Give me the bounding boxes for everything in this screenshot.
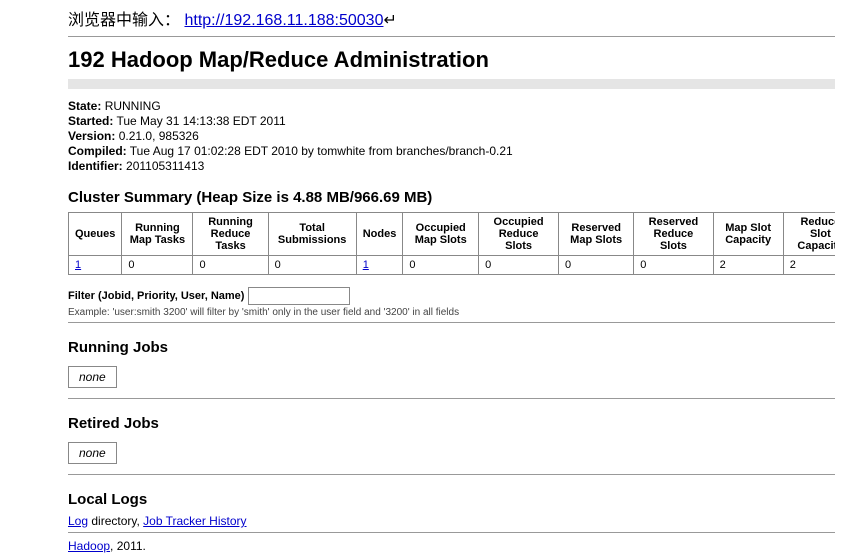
- divider-top: [68, 36, 835, 37]
- version-row: Version: 0.21.0, 985326: [68, 129, 835, 143]
- divider-retired: [68, 474, 835, 475]
- cell-rmap: 0: [122, 256, 193, 275]
- col-nodes: Nodes: [356, 213, 403, 256]
- identifier-key: Identifier:: [68, 159, 123, 173]
- cluster-summary-heading: Cluster Summary (Heap Size is 4.88 MB/96…: [68, 189, 835, 206]
- cell-rred: 0: [193, 256, 268, 275]
- col-occ-reduce: Occupied Reduce Slots: [479, 213, 559, 256]
- state-row: State: RUNNING: [68, 99, 835, 113]
- cell-ored: 0: [479, 256, 559, 275]
- cluster-data-row: 1 0 0 0 1 0 0 0 0 2 2: [69, 256, 836, 275]
- col-occ-map: Occupied Map Slots: [403, 213, 479, 256]
- version-value: 0.21.0, 985326: [119, 129, 199, 143]
- retired-jobs-heading: Retired Jobs: [68, 415, 835, 432]
- divider-logs: [68, 532, 835, 533]
- state-key: State:: [68, 99, 101, 113]
- jobtracker-history-link[interactable]: Job Tracker History: [143, 514, 246, 528]
- log-mid: directory,: [88, 514, 143, 528]
- local-logs-heading: Local Logs: [68, 491, 835, 508]
- col-map-cap: Map Slot Capacity: [713, 213, 783, 256]
- state-value: RUNNING: [105, 99, 161, 113]
- filter-hint: Example: 'user:smith 3200' will filter b…: [68, 307, 835, 318]
- footer-text: , 2011.: [110, 539, 146, 553]
- running-jobs-none: none: [68, 366, 117, 388]
- col-queues: Queues: [69, 213, 122, 256]
- cluster-summary-table: Queues Running Map Tasks Running Reduce …: [68, 212, 835, 275]
- compiled-key: Compiled:: [68, 144, 127, 158]
- col-total-submissions: Total Submissions: [268, 213, 356, 256]
- identifier-row: Identifier: 201105311413: [68, 159, 835, 173]
- col-res-reduce: Reserved Reduce Slots: [634, 213, 713, 256]
- cluster-header-row: Queues Running Map Tasks Running Reduce …: [69, 213, 836, 256]
- quicklinks-bar: [68, 79, 835, 89]
- running-jobs-heading: Running Jobs: [68, 339, 835, 356]
- filter-input[interactable]: [248, 287, 350, 305]
- queues-link[interactable]: 1: [75, 259, 81, 271]
- intro-url-link[interactable]: http://192.168.11.188:50030: [184, 12, 383, 29]
- page-title: 192 Hadoop Map/Reduce Administration: [68, 47, 835, 73]
- col-res-map: Reserved Map Slots: [559, 213, 634, 256]
- intro-label: 浏览器中输入：: [68, 12, 180, 29]
- col-running-map: Running Map Tasks: [122, 213, 193, 256]
- cell-resmap: 0: [559, 256, 634, 275]
- compiled-value: Tue Aug 17 01:02:28 EDT 2010 by tomwhite…: [130, 144, 513, 158]
- footer: Hadoop, 2011.: [68, 539, 835, 553]
- nodes-link[interactable]: 1: [363, 259, 369, 271]
- col-reduce-cap: Reduce Slot Capacity: [783, 213, 835, 256]
- intro-suffix: ↵: [383, 12, 396, 29]
- filter-label: Filter (Jobid, Priority, User, Name): [68, 290, 244, 302]
- filter-row: Filter (Jobid, Priority, User, Name): [68, 287, 835, 305]
- version-key: Version:: [68, 129, 115, 143]
- started-value: Tue May 31 14:13:38 EDT 2011: [116, 114, 285, 128]
- divider-filter: [68, 322, 835, 323]
- cell-redcap: 2: [783, 256, 835, 275]
- cell-resred: 0: [634, 256, 713, 275]
- cell-mapcap: 2: [713, 256, 783, 275]
- compiled-row: Compiled: Tue Aug 17 01:02:28 EDT 2010 b…: [68, 144, 835, 158]
- hadoop-link[interactable]: Hadoop: [68, 539, 110, 553]
- cell-omap: 0: [403, 256, 479, 275]
- divider-running: [68, 398, 835, 399]
- local-logs-line: Log directory, Job Tracker History: [68, 514, 835, 528]
- cell-tot: 0: [268, 256, 356, 275]
- started-row: Started: Tue May 31 14:13:38 EDT 2011: [68, 114, 835, 128]
- log-link[interactable]: Log: [68, 514, 88, 528]
- started-key: Started:: [68, 114, 113, 128]
- retired-jobs-none: none: [68, 442, 117, 464]
- col-running-reduce: Running Reduce Tasks: [193, 213, 268, 256]
- identifier-value: 201105311413: [126, 159, 204, 173]
